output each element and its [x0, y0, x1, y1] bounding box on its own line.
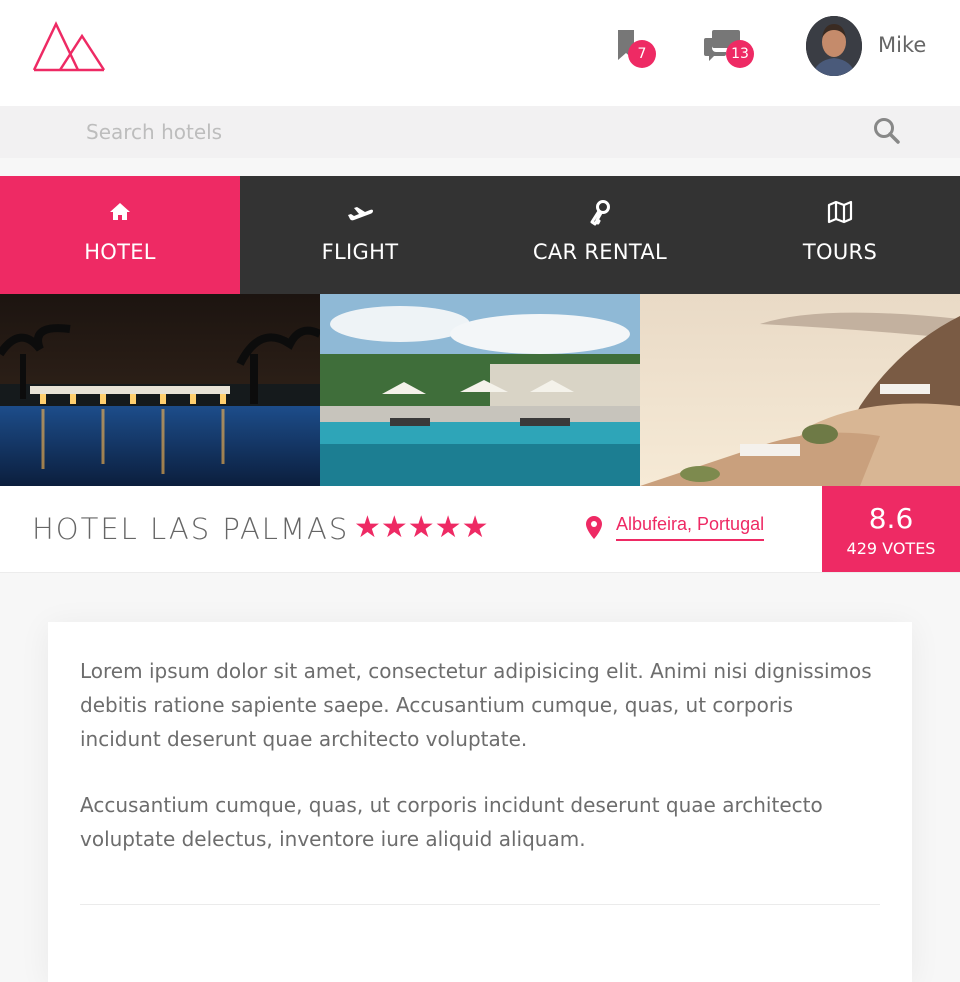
hotel-location-link[interactable]: Albufeira, Portugal: [616, 514, 765, 541]
hotel-info-bar: HOTEL LAS PALMAS ★★★★★ Albufeira, Portug…: [0, 486, 960, 573]
hotel-photo-gallery: [0, 294, 960, 486]
tab-flight[interactable]: FLIGHT: [240, 176, 480, 294]
hotel-photo-night-pool[interactable]: [0, 294, 320, 486]
category-nav: HOTEL FLIGHT CAR RENTAL TOURS: [0, 176, 960, 294]
hotel-name: HOTEL LAS PALMAS: [32, 512, 350, 546]
tab-hotel[interactable]: HOTEL: [0, 176, 240, 294]
hotel-photo-day-pool[interactable]: [320, 294, 640, 486]
user-name[interactable]: Mike: [878, 33, 926, 57]
rating-score-box: 8.6 429 VOTES: [822, 486, 960, 572]
rating-score: 8.6: [868, 502, 914, 535]
map-icon: [827, 200, 853, 224]
content-divider: [80, 904, 880, 905]
hotel-photo-terrace[interactable]: [640, 294, 960, 486]
bookmark-count-badge: 7: [628, 40, 656, 68]
search-input[interactable]: [86, 106, 846, 158]
top-header: 7 13 Mike: [0, 0, 960, 106]
home-icon: [110, 203, 130, 220]
description-paragraph-2: Accusantium cumque, quas, ut corporis in…: [80, 793, 823, 851]
description-card: Lorem ipsum dolor sit amet, consectetur …: [48, 622, 912, 982]
location-pin-icon: [586, 516, 602, 539]
tab-car-rental[interactable]: CAR RENTAL: [480, 176, 720, 294]
mountains-logo-icon[interactable]: [32, 20, 108, 74]
star-rating: ★★★★★: [354, 510, 489, 545]
tab-hotel-label: HOTEL: [84, 240, 156, 264]
key-icon: [590, 200, 610, 226]
tab-flight-label: FLIGHT: [321, 240, 399, 264]
plane-icon: [348, 207, 373, 221]
tab-tours-label: TOURS: [802, 240, 878, 264]
description-paragraph-1: Lorem ipsum dolor sit amet, consectetur …: [80, 659, 872, 751]
user-avatar[interactable]: [806, 16, 862, 76]
rating-votes: 429 VOTES: [846, 539, 936, 558]
search-bar: [0, 106, 960, 158]
search-icon[interactable]: [872, 116, 902, 146]
tab-tours[interactable]: TOURS: [720, 176, 960, 294]
tab-car-rental-label: CAR RENTAL: [532, 240, 668, 264]
messages-count-badge: 13: [726, 40, 754, 68]
